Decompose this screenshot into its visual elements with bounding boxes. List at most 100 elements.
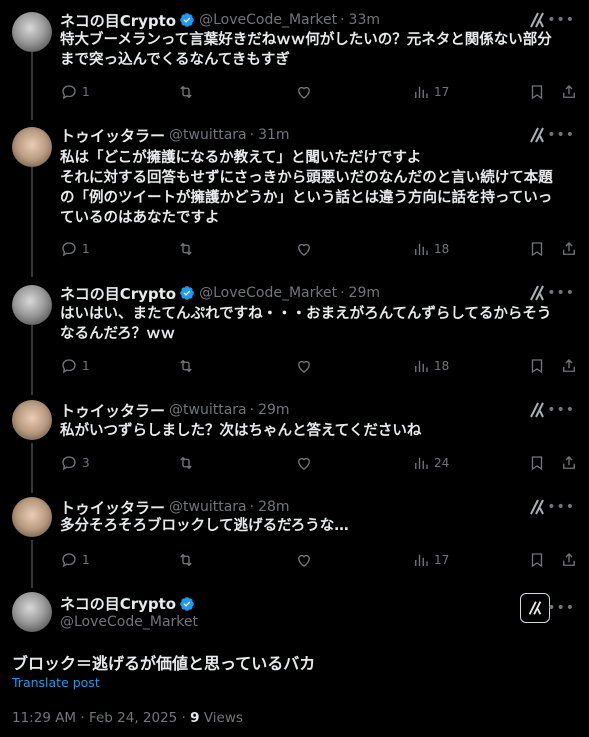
tweet-text-line: はいはい、またてんぷれですね・・・おまえがろんてんずらしてるからそう	[60, 306, 552, 322]
views-button[interactable]: 17	[412, 82, 449, 102]
share-button[interactable]	[560, 82, 578, 102]
tweet-text-line: なるんだろ？ｗｗ	[60, 326, 176, 342]
bookmark-button[interactable]	[528, 356, 546, 376]
grok-icon[interactable]	[527, 10, 547, 30]
repost-icon	[180, 456, 192, 470]
reply-button[interactable]: 1	[60, 82, 90, 102]
timestamp[interactable]: 29m	[258, 402, 289, 418]
tweet-text-line: 私がいつずらしました？次はちゃんと答えてくださいね	[60, 423, 422, 439]
views-label: Views	[199, 710, 243, 726]
reply-button[interactable]: 1	[60, 356, 90, 376]
avatar[interactable]	[12, 127, 52, 167]
grok-icon[interactable]	[527, 497, 547, 517]
display-name[interactable]: トゥイッタラー	[60, 497, 165, 518]
more-icon[interactable]: •••	[547, 127, 575, 143]
avatar[interactable]	[12, 592, 52, 632]
like-button[interactable]	[295, 550, 313, 570]
handle[interactable]: @LoveCode_Market	[60, 614, 198, 630]
grok-icon[interactable]	[527, 283, 547, 303]
avatar[interactable]	[12, 12, 52, 52]
bookmark-icon	[531, 242, 543, 257]
views-icon	[415, 86, 428, 98]
heart-icon	[298, 554, 310, 567]
avatar[interactable]	[12, 497, 52, 537]
more-icon[interactable]: •••	[547, 12, 575, 28]
tweet-text-line: の「例のツイートが擁護かどうか」という話とは違う方向に話を持っていっ	[60, 190, 553, 206]
verified-badge-icon	[180, 13, 194, 27]
reply-count: 1	[82, 85, 90, 99]
bookmark-button[interactable]	[528, 82, 546, 102]
repost-button[interactable]	[177, 82, 195, 102]
separator: ·	[340, 12, 345, 28]
tweet-datetime[interactable]: 11:29 AM · Feb 24, 2025 ·	[12, 710, 190, 726]
timestamp[interactable]: 29m	[349, 285, 380, 301]
views-count: 18	[434, 359, 450, 373]
repost-button[interactable]	[177, 453, 195, 473]
views-button[interactable]: 18	[412, 239, 449, 259]
handle[interactable]: @twuittara	[169, 402, 247, 418]
verified-badge-icon	[180, 286, 194, 300]
handle[interactable]: @twuittara	[169, 127, 247, 143]
more-icon[interactable]: •••	[547, 285, 575, 301]
views-count: 17	[434, 553, 450, 567]
grok-icon[interactable]	[527, 400, 547, 420]
tweet-3[interactable]: トゥイッタラー @twuittara · 29m ••• 私がいつずらしました？…	[0, 400, 589, 480]
tweet-4[interactable]: トゥイッタラー @twuittara · 28m ••• 多分そろそろブロックし…	[0, 497, 589, 577]
share-icon	[563, 242, 575, 255]
heart-icon	[298, 360, 310, 373]
handle[interactable]: @LoveCode_Market	[199, 12, 337, 28]
tweet-text-line: 多分そろそろブロックして逃げるだろうな…	[60, 518, 349, 534]
display-name[interactable]: ネコの目Crypto	[60, 593, 176, 614]
like-button[interactable]	[295, 239, 313, 259]
bookmark-button[interactable]	[528, 239, 546, 259]
views-button[interactable]: 24	[412, 453, 449, 473]
tweet-text-line: 私は「どこが擁護になるか教えて」と聞いただけですよ	[60, 150, 422, 166]
handle[interactable]: @twuittara	[169, 499, 247, 515]
reply-button[interactable]: 1	[60, 550, 90, 570]
tweet-2[interactable]: ネコの目Crypto @LoveCode_Market · 29m ••• はい…	[0, 283, 589, 383]
repost-button[interactable]	[177, 239, 195, 259]
tweet-1[interactable]: トゥイッタラー @twuittara · 31m ••• 私は「どこが擁護になる…	[0, 125, 589, 265]
timestamp[interactable]: 31m	[258, 127, 289, 143]
handle[interactable]: @LoveCode_Market	[199, 285, 337, 301]
grok-button[interactable]	[520, 593, 550, 623]
tweet-0[interactable]: ネコの目Crypto @LoveCode_Market · 33m ••• 特大…	[0, 10, 589, 110]
more-icon[interactable]: •••	[547, 499, 575, 515]
like-button[interactable]	[295, 453, 313, 473]
views-button[interactable]: 18	[412, 356, 449, 376]
display-name[interactable]: トゥイッタラー	[60, 125, 165, 146]
reply-button[interactable]: 1	[60, 239, 90, 259]
tweet-text-line: まで突っ込んでくるなんてきもすぎ	[60, 52, 290, 68]
bookmark-button[interactable]	[528, 453, 546, 473]
like-button[interactable]	[295, 356, 313, 376]
grok-icon[interactable]	[527, 125, 547, 145]
bookmark-icon	[531, 359, 543, 374]
share-button[interactable]	[560, 239, 578, 259]
share-button[interactable]	[560, 453, 578, 473]
repost-button[interactable]	[177, 550, 195, 570]
tweet-text-line: 特大ブーメランって言葉好きだねｗｗ何がしたいの？元ネタと関係ない部分	[60, 32, 552, 48]
bookmark-button[interactable]	[528, 550, 546, 570]
share-button[interactable]	[560, 356, 578, 376]
more-icon[interactable]: •••	[547, 402, 575, 418]
share-icon	[563, 359, 575, 372]
repost-icon	[180, 553, 192, 567]
views-icon	[415, 360, 428, 372]
display-name[interactable]: ネコの目Crypto	[60, 283, 176, 304]
repost-button[interactable]	[177, 356, 195, 376]
avatar[interactable]	[12, 285, 52, 325]
avatar[interactable]	[12, 400, 52, 440]
separator: ·	[340, 285, 345, 301]
display-name[interactable]: ネコの目Crypto	[60, 10, 176, 31]
timestamp[interactable]: 33m	[349, 12, 380, 28]
views-button[interactable]: 17	[412, 550, 449, 570]
main-author[interactable]: ネコの目Crypto	[60, 593, 195, 614]
share-button[interactable]	[560, 550, 578, 570]
reply-button[interactable]: 3	[60, 453, 90, 473]
like-button[interactable]	[295, 82, 313, 102]
translate-link[interactable]: Translate post	[12, 675, 100, 690]
display-name[interactable]: トゥイッタラー	[60, 400, 165, 421]
timestamp[interactable]: 28m	[258, 499, 289, 515]
more-icon[interactable]: •••	[547, 600, 575, 616]
reply-count: 3	[82, 456, 90, 470]
